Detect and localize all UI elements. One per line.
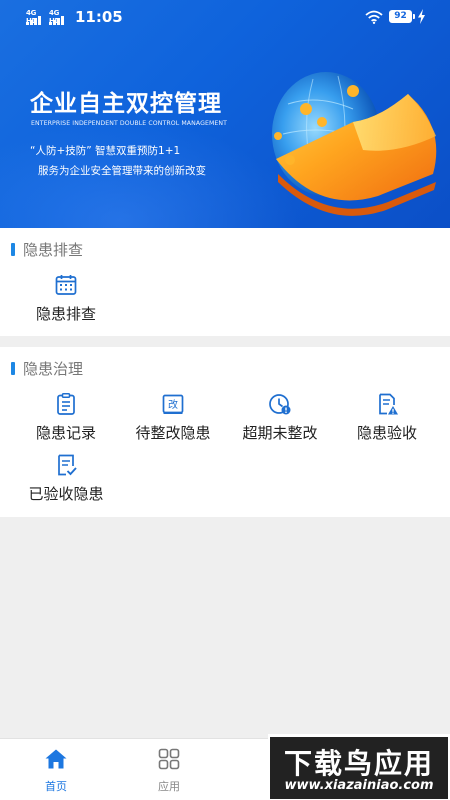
section-accent-bar — [11, 361, 15, 375]
banner-subtitle: ENTERPRISE INDEPENDENT DOUBLE CONTROL MA… — [31, 120, 228, 127]
watermark: 下载鸟应用 www.xiazainiao.com — [270, 737, 448, 799]
clock-alert-icon — [269, 394, 291, 415]
calendar-icon — [55, 275, 77, 295]
section-header: 隐患治理 — [11, 358, 83, 378]
battery-indicator: 92 — [389, 10, 415, 23]
banner-title: 企业自主双控管理 — [30, 91, 222, 117]
watermark-title: 下载鸟应用 — [283, 747, 434, 780]
accepted-hazard-label: 已验收隐患 — [28, 485, 104, 503]
shield-globe-illustration — [272, 72, 437, 216]
hazard-record-label: 隐患记录 — [35, 424, 96, 442]
hero-banner[interactable]: 4G HD 4G HD 11:05 92 企业自主双控管理 ENTERPRISE… — [0, 0, 450, 228]
overdue-unrectified-label: 超期未整改 — [242, 424, 318, 442]
hazard-inspection-label: 隐患排查 — [35, 305, 96, 323]
document-check-icon — [58, 454, 77, 476]
apps-grid-icon — [158, 748, 180, 770]
pending-rectification-label: 待整改隐患 — [135, 424, 211, 442]
tab-home-label: 首页 — [45, 780, 67, 793]
hazard-governance-section: 隐患治理 隐患记录 改 待整改隐患 超期未整改 隐患验收 已验收隐患 — [0, 347, 450, 517]
home-icon — [45, 749, 67, 769]
clipboard-icon — [57, 393, 75, 415]
section-accent-bar — [11, 242, 15, 256]
edit-box-icon: 改 — [162, 394, 184, 414]
section-title: 隐患治理 — [23, 359, 84, 378]
svg-text:改: 改 — [168, 398, 178, 411]
section-header: 隐患排查 — [11, 239, 83, 259]
accepted-hazard-button[interactable]: 已验收隐患 — [10, 453, 122, 504]
clock: 11:05 — [75, 8, 123, 26]
tab-apps-label: 应用 — [158, 780, 180, 793]
hazard-inspection-section: 隐患排查 隐患排查 — [0, 228, 450, 336]
wifi-icon — [365, 10, 383, 24]
hazard-acceptance-label: 隐患验收 — [356, 424, 417, 442]
banner-tagline: 服务为企业安全管理带来的创新改变 — [38, 165, 206, 177]
hazard-record-button[interactable]: 隐患记录 — [10, 392, 122, 443]
signal-icon: 4G HD — [26, 9, 46, 25]
hazard-acceptance-button[interactable]: 隐患验收 — [331, 392, 443, 443]
section-title: 隐患排查 — [23, 240, 84, 259]
watermark-url: www.xiazainiao.com — [284, 778, 434, 793]
banner-slogan: “人防+技防” 智慧双重预防1+1 — [30, 145, 181, 157]
document-warning-icon — [379, 393, 398, 415]
overdue-unrectified-button[interactable]: 超期未整改 — [224, 392, 336, 443]
charging-icon — [418, 9, 425, 24]
tab-apps[interactable]: 应用 — [129, 747, 209, 794]
signal-icon: 4G HD — [49, 9, 69, 25]
status-bar: 4G HD 4G HD 11:05 92 — [0, 0, 450, 34]
pending-rectification-button[interactable]: 改 待整改隐患 — [117, 392, 229, 443]
tab-home[interactable]: 首页 — [16, 747, 96, 794]
hazard-inspection-button[interactable]: 隐患排查 — [10, 273, 122, 324]
